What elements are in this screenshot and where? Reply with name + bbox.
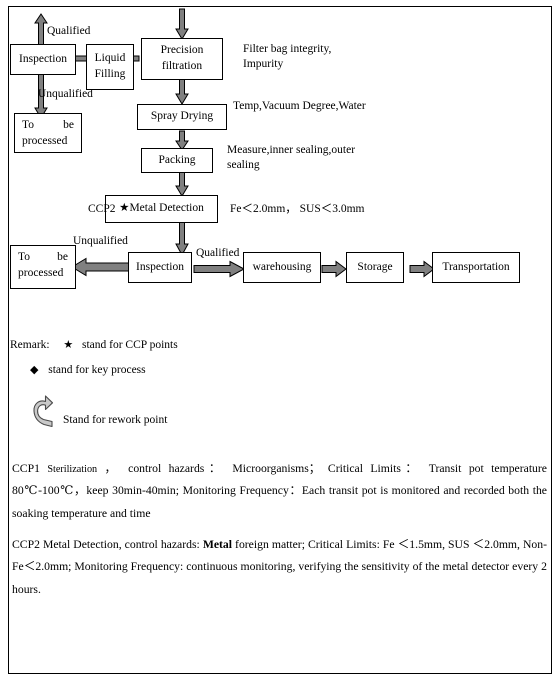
label-ccp2: CCP2 (88, 203, 116, 215)
ccp2-before-bold: CCP2 Metal Detection, control hazards: (12, 538, 203, 551)
box-precision-filtration[interactable]: Precision filtration (141, 38, 223, 80)
arrow-precisionfiltration-to-spraydrying (175, 78, 189, 105)
annotation-filter-bag-line1: Filter bag integrity, (243, 43, 332, 55)
legend-star-text: stand for CCP points (81, 339, 178, 351)
box-precision-filtration-label-line1: Precision (160, 44, 204, 57)
edge-label-unqualified-bottom: Unqualified (73, 235, 128, 247)
box-inspection-top-label: Inspection (19, 52, 67, 65)
arrow-inspection-to-warehousing (193, 260, 246, 278)
rework-curved-arrow-icon (30, 395, 58, 430)
ccp2-bold: Metal (202, 538, 233, 551)
box-warehousing-label: warehousing (252, 260, 312, 273)
arrow-packing-to-metaldetection (175, 171, 189, 197)
edge-label-qualified-top: Qualified (47, 25, 91, 37)
box-to-be-processed-top-line1: To be (22, 119, 74, 131)
box-metal-detection-label: ★Metal Detection (119, 202, 204, 215)
annotation-spray-drying: Temp,Vacuum Degree,Water (233, 100, 366, 112)
annotation-filter-bag-line2: Impurity (243, 58, 284, 70)
arrow-metaldetection-to-inspection (175, 221, 189, 257)
box-storage-label: Storage (357, 260, 393, 273)
box-precision-filtration-label-line2: filtration (161, 60, 203, 72)
paragraph-ccp1: CCP1 Sterilization ， control hazards： Mi… (12, 458, 547, 525)
box-liquid-filling-label-line1: Liquid (94, 52, 126, 65)
box-inspection-bottom[interactable]: Inspection (128, 252, 192, 283)
box-metal-detection[interactable]: ★Metal Detection (105, 195, 218, 223)
box-transportation-label: Transportation (442, 260, 510, 273)
box-to-be-processed-bottom-line2: processed (18, 266, 64, 279)
flowchart-page: Inspection Liquid Filling Precision filt… (0, 0, 560, 681)
box-warehousing[interactable]: warehousing (243, 252, 321, 283)
box-transportation[interactable]: Transportation (432, 252, 520, 283)
legend-remark-star-row: Remark: ★ stand for CCP points (10, 336, 178, 355)
arrow-inspection-unqualified-left (71, 257, 131, 277)
arrow-warehousing-to-storage (321, 260, 347, 278)
box-spray-drying-label: Spray Drying (150, 110, 214, 123)
box-spray-drying[interactable]: Spray Drying (137, 104, 227, 130)
annotation-metal-detection: Fe＜2.0mm， SUS＜3.0mm (230, 203, 365, 215)
arrow-inspection-qualified-up (34, 13, 48, 49)
diamond-icon: ◆ (30, 364, 39, 376)
star-icon: ★ (63, 339, 74, 351)
arrow-storage-to-transportation (409, 260, 435, 278)
box-packing[interactable]: Packing (141, 148, 213, 173)
box-inspection-top[interactable]: Inspection (10, 44, 76, 75)
ccp1-prefix: CCP1 (12, 462, 48, 475)
box-liquid-filling[interactable]: Liquid Filling (86, 44, 134, 90)
box-packing-label: Packing (158, 153, 196, 166)
paragraph-ccp2: CCP2 Metal Detection, control hazards: M… (12, 534, 547, 601)
box-to-be-processed-bottom-line1: To be (18, 251, 68, 263)
annotation-packing-line2: sealing (227, 159, 260, 171)
box-to-be-processed-top-line2: processed (22, 134, 68, 147)
legend-remark-prefix: Remark: (10, 339, 50, 351)
edge-label-qualified-bottom: Qualified (196, 247, 240, 259)
annotation-packing-line1: Measure,inner sealing,outer (227, 144, 356, 156)
box-to-be-processed-top[interactable]: To be processed (14, 113, 82, 153)
arrow-input-to-precisionfiltration (175, 8, 189, 40)
edge-label-unqualified-top: Unqualified (38, 88, 93, 100)
box-liquid-filling-label-line2: Filling (94, 68, 126, 80)
legend-remark-diamond-row: ◆ stand for key process (30, 361, 146, 380)
box-inspection-bottom-label: Inspection (136, 260, 184, 273)
box-storage[interactable]: Storage (346, 252, 404, 283)
legend-diamond-text: stand for key process (48, 364, 146, 376)
box-to-be-processed-bottom[interactable]: To be processed (10, 245, 76, 289)
ccp1-small: Sterilization (47, 464, 98, 475)
legend-rework-text: Stand for rework point (63, 414, 168, 426)
